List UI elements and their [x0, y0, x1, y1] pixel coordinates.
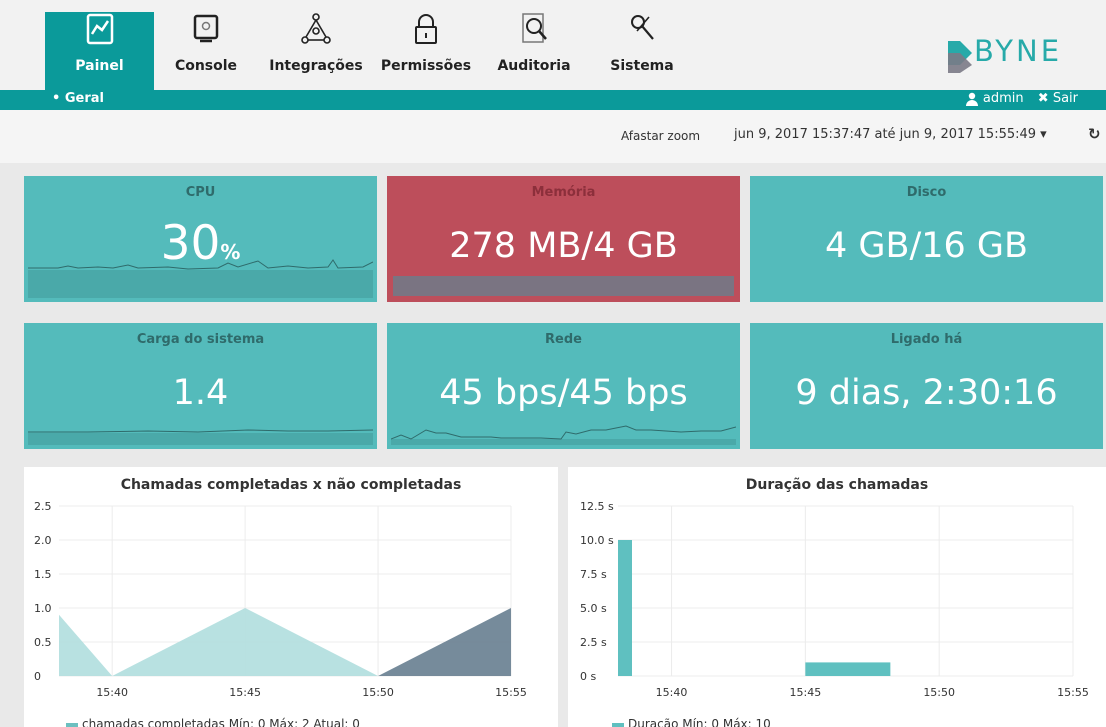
y-tick-label: 2.5 — [34, 500, 52, 513]
memory-usage-bar — [393, 276, 734, 296]
y-tick-label: 10.0 s — [580, 534, 614, 547]
legend-swatch — [612, 722, 624, 727]
nav-label: Sistema — [610, 58, 674, 74]
y-tick-label: 1.0 — [34, 602, 52, 615]
card-title: Disco — [906, 185, 947, 200]
y-tick-label: 0 s — [580, 670, 596, 683]
y-tick-label: 0.5 — [34, 636, 52, 649]
uptime-value: 9 dias, 2:30:16 — [795, 373, 1058, 413]
nav-sistema[interactable]: Sistema — [598, 12, 686, 90]
tools-icon — [631, 15, 654, 40]
subnav-geral[interactable]: • Geral — [52, 91, 104, 106]
y-tick-label: 5.0 s — [580, 602, 607, 615]
x-tick-label: 15:50 — [362, 686, 394, 699]
cpu-percent: 30 — [160, 216, 221, 271]
y-tick-label: 7.5 s — [580, 568, 607, 581]
y-tick-label: 0 — [34, 670, 41, 683]
nav-painel[interactable]: Painel — [45, 12, 154, 90]
refresh-icon[interactable]: ↻ — [1088, 125, 1101, 143]
calls-chart-panel: Chamadas completadas x não completadas 0… — [24, 467, 558, 727]
duration-chart-panel: Duração das chamadas 0 s 2.5 s 5.0 s 7.5 s1… — [568, 467, 1106, 727]
chart-legend[interactable]: chamadas completadas Mín: 0 Máx: 2 Atual… — [66, 717, 360, 727]
memory-value: 278 MB/4 GB — [449, 226, 678, 266]
brand-logo: BYNE — [974, 34, 1063, 68]
cpu-value: 30% — [24, 216, 377, 271]
disk-card: Disco 4 GB/16 GB — [750, 176, 1103, 302]
legend-text: chamadas completadas Mín: 0 Máx: 2 Atual… — [82, 717, 360, 727]
load-card: Carga do sistema 1.4 — [24, 323, 377, 449]
time-toolbar: Afastar zoom jun 9, 2017 15:37:47 até ju… — [0, 110, 1106, 163]
duration-bar — [618, 540, 632, 676]
time-range-dropdown[interactable]: jun 9, 2017 15:37:47 até jun 9, 2017 15:… — [734, 127, 1047, 142]
x-tick-label: 15:55 — [1057, 686, 1089, 699]
x-tick-label: 15:40 — [96, 686, 128, 699]
network-card: Rede 45 bps/45 bps — [387, 323, 740, 449]
legend-text: Duração Mín: 0 Máx: 10 — [628, 717, 771, 727]
document-search-icon — [522, 13, 547, 43]
nav-label: Integrações — [269, 58, 363, 74]
byne-logo-icon — [948, 41, 972, 73]
duration-chart: 0 s 2.5 s 5.0 s 7.5 s 10.0 s 12.5 s 15:40 15:45… — [580, 500, 1089, 699]
card-title: CPU — [185, 185, 216, 200]
memory-card: Memória 278 MB/4 GB — [387, 176, 740, 302]
user-icon — [965, 92, 978, 106]
cpu-card: CPU 30% — [24, 176, 377, 302]
x-tick-label: 15:45 — [229, 686, 261, 699]
nav-console[interactable]: Console — [170, 12, 242, 90]
x-tick-label: 15:50 — [923, 686, 955, 699]
top-navigation: Painel Console Integrações Permissões Au… — [0, 0, 1106, 90]
card-title: Ligado há — [890, 332, 963, 347]
calls-chart: 0 0.5 1.0 1.5 2.0 2.5 15:40 15:45 15:50 15:55 — [34, 500, 527, 699]
y-tick-label: 1.5 — [34, 568, 52, 581]
dashboard-icon — [86, 13, 113, 45]
legend-swatch — [66, 722, 78, 727]
username[interactable]: admin — [983, 91, 1024, 106]
network-value: 45 bps/45 bps — [439, 373, 688, 413]
y-tick-label: 12.5 s — [580, 500, 614, 513]
card-title: Rede — [545, 332, 582, 347]
nav-integracoes[interactable]: Integrações — [268, 12, 364, 90]
cpu-unit: % — [220, 240, 241, 264]
user-menu: admin ✖ Sair — [965, 91, 1078, 106]
nav-label: Painel — [75, 58, 124, 74]
duration-bar — [805, 662, 891, 676]
card-title: Carga do sistema — [136, 332, 265, 347]
network-nodes-icon — [301, 13, 331, 44]
monitor-icon — [193, 14, 219, 43]
x-tick-label: 15:45 — [790, 686, 822, 699]
zoom-out-button[interactable]: Afastar zoom — [621, 129, 700, 143]
logout-link[interactable]: Sair — [1053, 91, 1078, 106]
chart-legend[interactable]: Duração Mín: 0 Máx: 10 — [612, 717, 771, 727]
nav-auditoria[interactable]: Auditoria — [492, 12, 576, 90]
lock-icon — [415, 14, 437, 44]
y-tick-label: 2.5 s — [580, 636, 607, 649]
x-tick-label: 15:40 — [656, 686, 688, 699]
nav-permissoes[interactable]: Permissões — [378, 12, 474, 90]
disk-value: 4 GB/16 GB — [824, 226, 1029, 266]
card-title: Memória — [531, 185, 596, 200]
sub-navigation: • Geral admin ✖ Sair — [0, 90, 1106, 110]
close-icon[interactable]: ✖ — [1038, 91, 1049, 106]
load-value: 1.4 — [172, 373, 229, 413]
uptime-card: Ligado há 9 dias, 2:30:16 — [750, 323, 1103, 449]
nav-label: Auditoria — [497, 58, 571, 74]
nav-label: Permissões — [380, 58, 472, 74]
y-tick-label: 2.0 — [34, 534, 52, 547]
x-tick-label: 15:55 — [495, 686, 527, 699]
nav-label: Console — [174, 58, 238, 74]
